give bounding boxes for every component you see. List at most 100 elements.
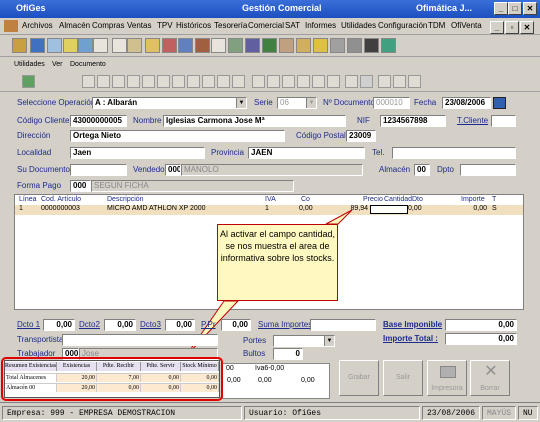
check-icon[interactable] <box>187 75 200 88</box>
dto2-label[interactable]: Dcto2 <box>79 320 100 329</box>
payment-code-field[interactable]: 000 <box>70 180 91 192</box>
menu-comercial[interactable]: Comercial <box>248 21 284 30</box>
carrier-field[interactable] <box>62 334 218 346</box>
pp-field[interactable]: 0,00 <box>221 319 251 331</box>
swap-icon[interactable] <box>93 38 108 53</box>
box-icon[interactable] <box>127 38 142 53</box>
basket-icon[interactable] <box>145 38 160 53</box>
address-field[interactable]: Ortega Nieto <box>70 130 285 142</box>
tag-icon[interactable] <box>282 75 295 88</box>
your-document-field[interactable] <box>70 164 127 176</box>
postal-code-field[interactable]: 23009 <box>346 130 376 142</box>
menu-tdm[interactable]: TDM <box>428 21 445 30</box>
dto3-label[interactable]: Dcto3 <box>140 320 161 329</box>
warehouse-field[interactable]: 00 <box>414 164 430 176</box>
dto3-field[interactable]: 0,00 <box>165 319 195 331</box>
tools-icon[interactable] <box>330 38 345 53</box>
client-code-field[interactable]: 43000000005 <box>70 115 127 127</box>
next-record-icon[interactable] <box>112 75 125 88</box>
print-icon[interactable] <box>360 75 373 88</box>
folder-icon[interactable] <box>63 38 78 53</box>
last-record-icon[interactable] <box>127 75 140 88</box>
phone-icon[interactable] <box>245 38 260 53</box>
serie-select[interactable]: 06 ▼ <box>277 97 317 109</box>
mail-icon[interactable] <box>378 75 391 88</box>
doc-number-field[interactable]: 000010 <box>373 97 410 109</box>
menu-compras[interactable]: Compras <box>92 21 124 30</box>
exit-button[interactable]: Salir <box>383 360 423 396</box>
dpto-field[interactable] <box>460 164 516 176</box>
attach-icon[interactable] <box>393 75 406 88</box>
portes-select[interactable]: ▼ <box>273 335 335 347</box>
submenu-utilidades[interactable]: Utilidades <box>14 61 45 68</box>
clock-icon[interactable] <box>347 38 362 53</box>
locality-field[interactable]: Jaen <box>70 147 205 159</box>
child-minimize-button[interactable]: _ <box>490 21 504 34</box>
minimize-button[interactable]: _ <box>494 2 508 15</box>
app-menu-icon[interactable] <box>4 20 18 32</box>
report-icon[interactable] <box>279 38 294 53</box>
table-icon[interactable] <box>228 38 243 53</box>
phone-field[interactable] <box>392 147 516 159</box>
undo-icon[interactable] <box>232 75 245 88</box>
delete-button[interactable]: ✕ Borrar <box>470 360 510 396</box>
menu-informes[interactable]: Informes <box>305 21 336 30</box>
name-field[interactable]: Iglesias Carmona Jose Mª <box>163 115 346 127</box>
child-restore-button[interactable]: ▫ <box>505 21 519 34</box>
cart-icon[interactable] <box>195 38 210 53</box>
client-type-field[interactable] <box>491 115 516 127</box>
brush-icon[interactable] <box>202 75 215 88</box>
save-button[interactable]: Grabar <box>339 360 379 396</box>
truck-icon[interactable] <box>162 38 177 53</box>
exit-doc-icon[interactable] <box>22 75 35 88</box>
first-record-icon[interactable] <box>82 75 95 88</box>
search-icon[interactable] <box>252 75 265 88</box>
pencil-icon[interactable] <box>297 75 310 88</box>
exit-icon[interactable] <box>381 38 396 53</box>
menu-tpv[interactable]: TPV <box>157 21 173 30</box>
menu-almacen[interactable]: Almacén <box>59 21 90 30</box>
calendar-icon[interactable] <box>30 38 45 53</box>
province-field[interactable]: JAEN <box>248 147 365 159</box>
calc-icon[interactable] <box>327 75 340 88</box>
new-record-icon[interactable] <box>142 75 155 88</box>
transfer-icon[interactable] <box>78 38 93 53</box>
dto2-field[interactable]: 0,00 <box>104 319 136 331</box>
table-edit-icon[interactable] <box>312 75 325 88</box>
bag-icon[interactable] <box>296 38 311 53</box>
menu-sat[interactable]: SAT <box>285 21 300 30</box>
menu-archivos[interactable]: Archivos <box>22 21 53 30</box>
export-icon[interactable] <box>408 75 421 88</box>
umbrella-icon[interactable] <box>364 38 379 53</box>
prev-record-icon[interactable] <box>97 75 110 88</box>
dto1-field[interactable]: 0,00 <box>43 319 75 331</box>
menu-configuracion[interactable]: Configuración <box>378 21 427 30</box>
submenu-ver[interactable]: Ver <box>52 61 63 68</box>
child-close-button[interactable]: ✕ <box>520 21 534 34</box>
menu-ventas[interactable]: Ventas <box>127 21 151 30</box>
printer-button[interactable]: Impresora <box>427 360 467 396</box>
menu-ofiventa[interactable]: OfiVenta <box>451 21 482 30</box>
key-icon[interactable] <box>313 38 328 53</box>
tick-icon[interactable] <box>217 75 230 88</box>
dto1-label[interactable]: Dcto 1 <box>17 320 40 329</box>
cell-cantidad-input[interactable] <box>370 205 408 214</box>
bultos-field[interactable]: 0 <box>273 348 303 360</box>
sheet-icon[interactable] <box>211 38 226 53</box>
menu-tesoreria[interactable]: Tesorería <box>214 21 247 30</box>
pp-label[interactable]: P.Pr <box>201 320 216 329</box>
save-record-icon[interactable] <box>172 75 185 88</box>
maximize-button[interactable]: □ <box>508 2 522 15</box>
calendar-picker-icon[interactable] <box>493 97 506 109</box>
close-button[interactable]: ✕ <box>523 2 537 15</box>
catalog-icon[interactable] <box>178 38 193 53</box>
print-preview-icon[interactable] <box>345 75 358 88</box>
money-icon[interactable] <box>262 38 277 53</box>
operation-select[interactable]: A : Albarán ▼ <box>92 97 247 109</box>
document-icon[interactable] <box>47 38 62 53</box>
sum-label[interactable]: Suma Importes <box>258 320 312 329</box>
submenu-documento[interactable]: Documento <box>70 61 106 68</box>
menu-historicos[interactable]: Históricos <box>176 21 211 30</box>
client-type-link[interactable]: T.Cliente <box>457 116 488 125</box>
list-icon[interactable] <box>112 38 127 53</box>
